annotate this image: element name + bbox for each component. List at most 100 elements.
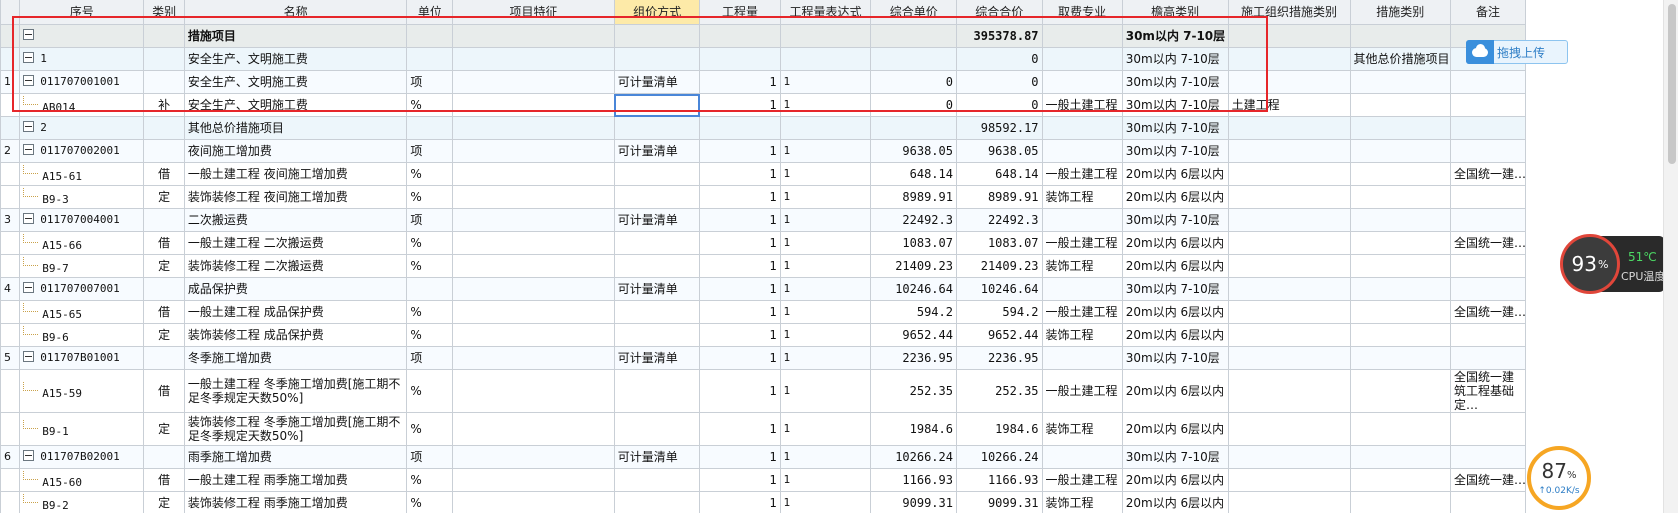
org-measure-category-cell[interactable] xyxy=(1227,369,1351,413)
code-cell[interactable]: 011707002001 xyxy=(19,139,145,163)
quantity-cell[interactable] xyxy=(699,116,781,140)
note-cell[interactable]: 全国统一建… xyxy=(1450,300,1526,324)
unit-price-cell[interactable]: 2236.95 xyxy=(870,346,957,370)
eave-category-cell[interactable]: 20m以内 6层以内 xyxy=(1121,412,1229,446)
eave-category-cell[interactable]: 30m以内 7-10层 xyxy=(1121,24,1229,48)
unit-price-cell[interactable]: 648.14 xyxy=(870,162,957,186)
seq-cell[interactable] xyxy=(0,412,21,446)
unit-cell[interactable]: % xyxy=(406,93,454,117)
quantity-cell[interactable]: 1 xyxy=(699,93,781,117)
feature-cell[interactable] xyxy=(452,47,615,71)
bill-item-row[interactable]: 6 011707B02001 雨季施工增加费项可计量清单 1 1 10266.24 1026… xyxy=(0,445,1526,469)
measure-category-cell[interactable] xyxy=(1349,116,1452,140)
unit-price-cell[interactable]: 1984.6 xyxy=(870,412,957,446)
cpu-usage-gauge[interactable]: 93% xyxy=(1560,234,1620,294)
feature-cell[interactable] xyxy=(452,231,615,255)
fee-discipline-cell[interactable]: 装饰工程 xyxy=(1041,491,1123,513)
category-cell[interactable]: 定 xyxy=(143,254,185,278)
name-cell[interactable]: 安全生产、文明施工费 xyxy=(183,47,408,71)
name-cell[interactable]: 措施项目 xyxy=(183,24,408,48)
pricing-method-cell[interactable]: 可计量清单 xyxy=(613,139,701,163)
seq-cell[interactable] xyxy=(0,93,21,117)
seq-cell[interactable]: 4 xyxy=(0,277,21,301)
unit-price-cell[interactable]: 8989.91 xyxy=(870,185,957,209)
fee-discipline-cell[interactable]: 一般土建工程 xyxy=(1041,162,1123,186)
code-cell[interactable]: A15-65 xyxy=(19,300,145,324)
quantity-expr-cell[interactable]: 1 xyxy=(779,185,872,209)
seq-cell[interactable]: 2 xyxy=(0,139,21,163)
org-measure-category-cell[interactable] xyxy=(1227,323,1351,347)
measure-category-cell[interactable] xyxy=(1349,208,1452,232)
fee-discipline-cell[interactable]: 装饰工程 xyxy=(1041,254,1123,278)
unit-cell[interactable]: % xyxy=(406,491,454,513)
unit-price-cell[interactable]: 252.35 xyxy=(870,369,957,413)
total-price-cell[interactable]: 252.35 xyxy=(955,369,1043,413)
quantity-cell[interactable]: 1 xyxy=(699,254,781,278)
bill-item-row[interactable]: 3 011707004001 二次搬运费项可计量清单 1 1 22492.3 22492.3… xyxy=(0,208,1526,232)
quota-row[interactable]: B9-2 定装饰装修工程 雨季施工增加费% 1 1 9099.31 9099.31 装饰工程… xyxy=(0,491,1526,513)
unit-cell[interactable]: % xyxy=(406,323,454,347)
unit-cell[interactable]: 项 xyxy=(406,445,454,469)
network-speed-widget[interactable]: 87% ↑0.02K/s xyxy=(1527,446,1591,510)
code-cell[interactable]: 1 xyxy=(19,47,145,71)
feature-cell[interactable] xyxy=(452,185,615,209)
total-price-cell[interactable]: 0 xyxy=(955,70,1043,94)
unit-price-cell[interactable]: 1166.93 xyxy=(870,468,957,492)
eave-category-cell[interactable]: 30m以内 7-10层 xyxy=(1121,93,1229,117)
seq-cell[interactable] xyxy=(0,300,21,324)
category-cell[interactable] xyxy=(143,70,185,94)
category-cell[interactable]: 借 xyxy=(143,468,185,492)
seq-cell[interactable] xyxy=(0,254,21,278)
fee-discipline-cell[interactable]: 装饰工程 xyxy=(1041,323,1123,347)
collapse-toggle-icon[interactable] xyxy=(23,351,35,362)
total-price-cell[interactable]: 10266.24 xyxy=(955,445,1043,469)
unit-price-cell[interactable]: 9099.31 xyxy=(870,491,957,513)
feature-cell[interactable] xyxy=(452,139,615,163)
org-measure-category-cell[interactable]: 土建工程 xyxy=(1227,93,1351,117)
pricing-method-cell[interactable] xyxy=(613,93,701,117)
name-cell[interactable]: 安全生产、文明施工费 xyxy=(183,70,408,94)
feature-cell[interactable] xyxy=(452,70,615,94)
category-cell[interactable] xyxy=(143,24,185,48)
quantity-expr-cell[interactable]: 1 xyxy=(779,139,872,163)
note-cell[interactable]: 全国统一建… xyxy=(1450,231,1526,255)
code-cell[interactable]: A15-61 xyxy=(19,162,145,186)
quantity-cell[interactable]: 1 xyxy=(699,70,781,94)
measure-category-cell[interactable] xyxy=(1349,139,1452,163)
fee-discipline-cell[interactable] xyxy=(1041,47,1123,71)
col-header-feature[interactable]: 项目特征 xyxy=(452,0,615,25)
unit-cell[interactable]: % xyxy=(406,369,454,413)
code-cell[interactable]: 011707B01001 xyxy=(19,346,145,370)
col-header-unit-price[interactable]: 综合单价 xyxy=(870,0,957,25)
quota-row[interactable]: B9-3 定装饰装修工程 夜间施工增加费% 1 1 8989.91 8989.91 装饰工程… xyxy=(0,185,1526,209)
name-cell[interactable]: 装饰装修工程 二次搬运费 xyxy=(183,254,408,278)
unit-cell[interactable]: 项 xyxy=(406,346,454,370)
root-row[interactable]: 措施项目 395378.87 30m以内 7-10层 xyxy=(0,24,1526,48)
quota-row[interactable]: A15-66 借一般土建工程 二次搬运费% 1 1 1083.07 1083.07 一般土建… xyxy=(0,231,1526,255)
fee-discipline-cell[interactable] xyxy=(1041,70,1123,94)
pricing-method-cell[interactable] xyxy=(613,24,701,48)
code-cell[interactable]: A15-59 xyxy=(19,369,145,413)
total-price-cell[interactable]: 98592.17 xyxy=(955,116,1043,140)
seq-cell[interactable]: 6 xyxy=(0,445,21,469)
quantity-expr-cell[interactable]: 1 xyxy=(779,445,872,469)
total-price-cell[interactable]: 10246.64 xyxy=(955,277,1043,301)
measure-category-cell[interactable] xyxy=(1349,346,1452,370)
name-cell[interactable]: 成品保护费 xyxy=(183,277,408,301)
quota-row[interactable]: B9-1 定装饰装修工程 冬季施工增加费[施工期不足冬季规定天数50%]% 1 1 19… xyxy=(0,412,1526,446)
org-measure-category-cell[interactable] xyxy=(1227,277,1351,301)
category-cell[interactable] xyxy=(143,346,185,370)
pricing-method-cell[interactable]: 可计量清单 xyxy=(613,445,701,469)
quantity-expr-cell[interactable]: 1 xyxy=(779,369,872,413)
quantity-expr-cell[interactable]: 1 xyxy=(779,346,872,370)
total-price-cell[interactable]: 1166.93 xyxy=(955,468,1043,492)
feature-cell[interactable] xyxy=(452,369,615,413)
fee-discipline-cell[interactable] xyxy=(1041,445,1123,469)
unit-price-cell[interactable] xyxy=(870,24,957,48)
pricing-method-cell[interactable] xyxy=(613,116,701,140)
measure-category-cell[interactable] xyxy=(1349,24,1452,48)
measure-category-cell[interactable] xyxy=(1349,412,1452,446)
org-measure-category-cell[interactable] xyxy=(1227,346,1351,370)
fee-discipline-cell[interactable]: 一般土建工程 xyxy=(1041,300,1123,324)
feature-cell[interactable] xyxy=(452,208,615,232)
